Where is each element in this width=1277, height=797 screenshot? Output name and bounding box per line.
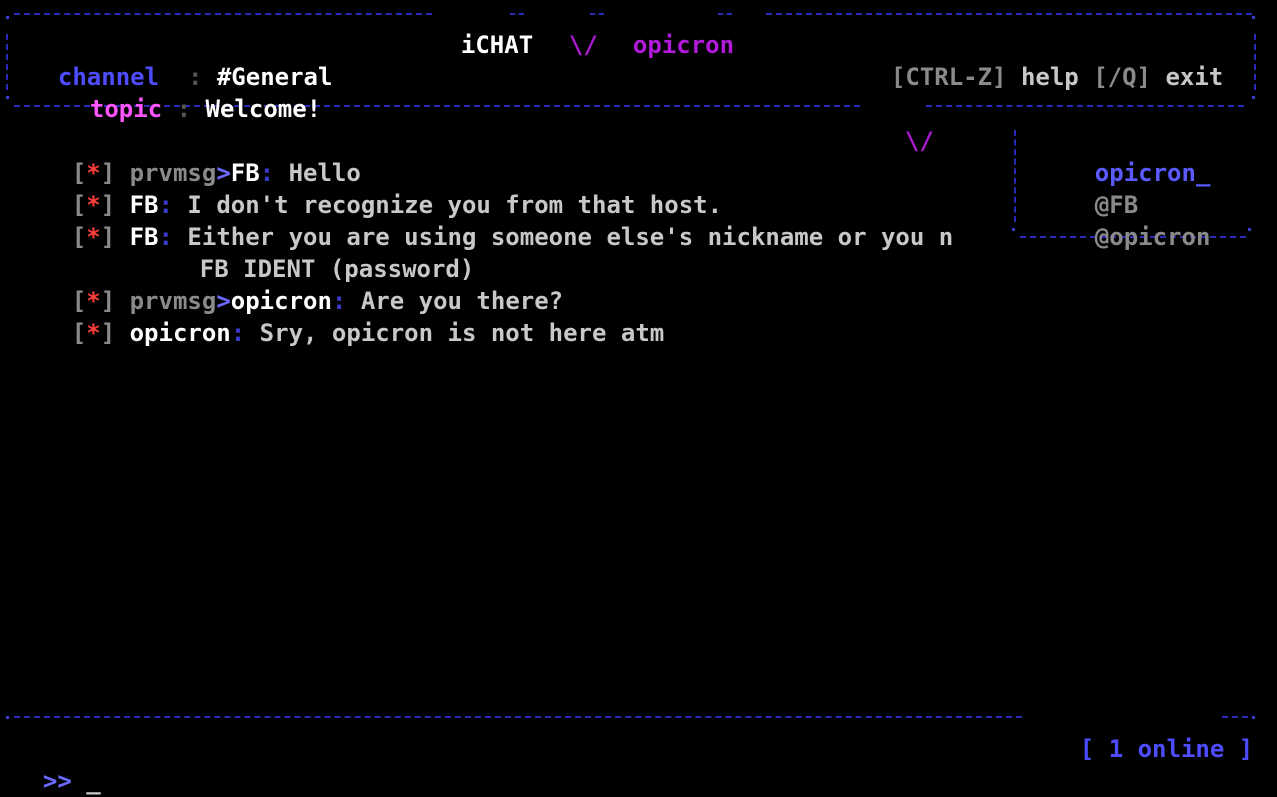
frame-corner — [1252, 16, 1255, 19]
frame-corner — [6, 96, 9, 99]
frame-corner — [1252, 716, 1255, 719]
online-count: [ 1 online ] — [1079, 735, 1254, 763]
userlist-frame-left — [1014, 130, 1016, 222]
topic-label: topic — [89, 95, 163, 123]
window-title: iCHAT — [432, 0, 533, 61]
title-user: opicron — [632, 31, 735, 59]
frame-top-right — [766, 13, 1252, 15]
topic-row: topic : Welcome! — [61, 61, 321, 125]
frame-right — [1254, 34, 1256, 90]
status-line-right — [1222, 716, 1248, 718]
app-title: iCHAT — [460, 31, 534, 59]
userlist-item[interactable]: @opicron — [1037, 189, 1211, 285]
help-label[interactable]: help — [1021, 63, 1079, 91]
message-text: Sry, opicron is not here atm — [259, 319, 665, 347]
status-line-left — [14, 716, 1022, 718]
frame-corner — [1012, 228, 1015, 231]
frame-bottom-right — [926, 105, 1244, 107]
input-prompt: >> — [42, 767, 72, 795]
header-divider-glyph: \/ — [904, 127, 934, 155]
message-nick: opicron — [129, 319, 231, 347]
topic-colon: : — [162, 95, 206, 123]
topic-value: Welcome! — [205, 95, 322, 123]
input-cursor[interactable]: _ — [86, 767, 100, 795]
frame-corner — [6, 716, 9, 719]
marker-star: * — [86, 319, 101, 347]
frame-corner — [6, 16, 9, 19]
title-separator: \/ — [568, 31, 598, 59]
message-line: [*] opicron: Sry, opicron is not here at… — [71, 319, 665, 347]
help-key[interactable]: [CTRL-Z] — [891, 63, 1007, 91]
help-exit-hint: [CTRL-Z] help [/Q] exit — [862, 29, 1223, 93]
message-colon: : — [230, 319, 260, 347]
exit-key[interactable]: [/Q] — [1093, 63, 1151, 91]
input-line[interactable]: >> _ — [14, 733, 101, 797]
marker-star: * — [86, 223, 101, 251]
frame-corner — [1248, 228, 1251, 231]
frame-left — [6, 34, 8, 90]
frame-corner — [1252, 96, 1255, 99]
frame-top-left — [14, 13, 432, 15]
exit-label[interactable]: exit — [1165, 63, 1223, 91]
